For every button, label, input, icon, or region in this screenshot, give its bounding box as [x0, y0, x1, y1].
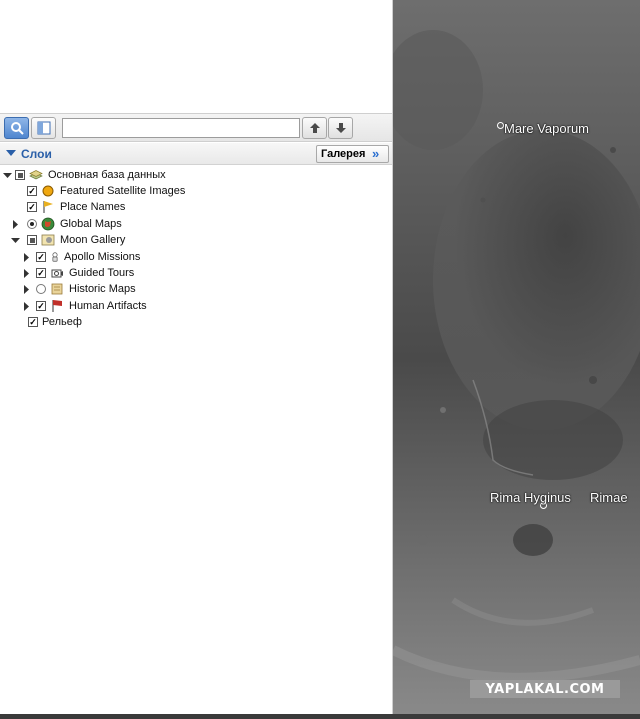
tree-item-apollo-missions[interactable]: ✓ Apollo Missions: [22, 249, 140, 265]
place-label-mare-vaporum[interactable]: Mare Vaporum: [504, 121, 589, 136]
move-down-button[interactable]: [328, 117, 353, 139]
layers-stack-icon: [29, 170, 43, 180]
tree-item-label: Place Names: [60, 201, 126, 213]
tree-item-guided-tours[interactable]: ✓ Guided Tours: [22, 265, 134, 281]
tree-item-label: Apollo Missions: [64, 251, 141, 263]
tree-item-primary-database[interactable]: Основная база данных: [3, 167, 166, 183]
red-flag-icon: [52, 300, 62, 312]
checkbox-checked[interactable]: ✓: [36, 268, 46, 278]
tree-item-label: Основная база данных: [48, 169, 166, 181]
moon-gallery-icon: [41, 234, 55, 246]
checkbox-partial[interactable]: [27, 235, 37, 245]
tree-item-relief[interactable]: ✓ Рельеф: [28, 314, 82, 330]
search-tab-button[interactable]: [4, 117, 29, 139]
checkbox-checked[interactable]: ✓: [27, 186, 37, 196]
tree-item-label: Historic Maps: [69, 283, 136, 295]
sidebar-panel: Слои Галерея » Основная база данных ✓ Fe…: [0, 0, 393, 719]
tree-item-label: Global Maps: [60, 218, 122, 230]
layers-title: Слои: [21, 147, 52, 161]
tree-item-label: Moon Gallery: [60, 234, 126, 246]
layers-header[interactable]: Слои Галерея »: [0, 143, 393, 165]
tree-item-human-artifacts[interactable]: ✓ Human Artifacts: [22, 298, 147, 314]
panel-icon: [37, 121, 50, 135]
expand-right-icon[interactable]: [22, 284, 31, 294]
expand-triangle-icon[interactable]: [11, 236, 20, 245]
chevron-right-icon: »: [372, 146, 380, 161]
tree-item-historic-maps[interactable]: Historic Maps: [22, 281, 136, 297]
gallery-button[interactable]: Галерея »: [316, 145, 389, 163]
search-icon: [10, 122, 24, 135]
google-earth-window: Слои Галерея » Основная база данных ✓ Fe…: [0, 0, 640, 719]
checkbox-checked[interactable]: ✓: [36, 301, 46, 311]
tree-item-place-names[interactable]: ✓ Place Names: [15, 199, 125, 215]
checkbox[interactable]: [15, 170, 25, 180]
tree-item-label: Featured Satellite Images: [60, 185, 186, 197]
arrow-up-icon: [309, 123, 320, 133]
search-input[interactable]: [62, 118, 300, 138]
bottom-strip: [0, 714, 640, 719]
tree-item-featured-satellite[interactable]: ✓ Featured Satellite Images: [15, 183, 185, 199]
expand-right-icon[interactable]: [11, 219, 20, 229]
place-pin-icon[interactable]: [497, 122, 504, 129]
scroll-map-icon: [51, 283, 63, 295]
sidebar-blank-area: [0, 0, 393, 112]
globe-icon: [41, 217, 55, 231]
search-toolbar: [0, 113, 393, 142]
flag-icon: [43, 201, 53, 213]
place-label-rima-hyginus[interactable]: Rima Hyginus: [490, 490, 571, 505]
expand-triangle-icon[interactable]: [3, 171, 12, 180]
checkbox-checked[interactable]: ✓: [36, 252, 46, 262]
checkbox-checked[interactable]: ✓: [28, 317, 38, 327]
expand-right-icon[interactable]: [22, 268, 31, 278]
moon-map-view[interactable]: Mare Vaporum Rima Hyginus Rimae: [393, 0, 640, 719]
sidebar-toggle-button[interactable]: [31, 117, 56, 139]
checkbox-checked[interactable]: ✓: [27, 202, 37, 212]
astronaut-icon: [52, 252, 58, 262]
tree-item-label: Human Artifacts: [69, 300, 147, 312]
camera-tour-icon: [51, 269, 63, 278]
tree-item-label: Рельеф: [42, 316, 82, 328]
radio-unselected[interactable]: [36, 284, 46, 294]
expand-right-icon[interactable]: [22, 252, 31, 262]
move-up-button[interactable]: [302, 117, 327, 139]
tree-item-moon-gallery[interactable]: Moon Gallery: [11, 232, 125, 248]
place-label-rimae[interactable]: Rimae: [590, 490, 628, 505]
satellite-dot-icon: [42, 185, 54, 197]
collapse-triangle-icon[interactable]: [6, 148, 16, 158]
arrow-down-icon: [335, 123, 346, 133]
radio-selected[interactable]: [27, 219, 37, 229]
watermark: YAPLAKAL.COM: [470, 680, 620, 698]
expand-right-icon[interactable]: [22, 301, 31, 311]
gallery-label: Галерея: [321, 148, 366, 160]
moon-surface: [393, 0, 640, 719]
tree-item-global-maps[interactable]: Global Maps: [11, 216, 122, 232]
tree-item-label: Guided Tours: [69, 267, 135, 279]
